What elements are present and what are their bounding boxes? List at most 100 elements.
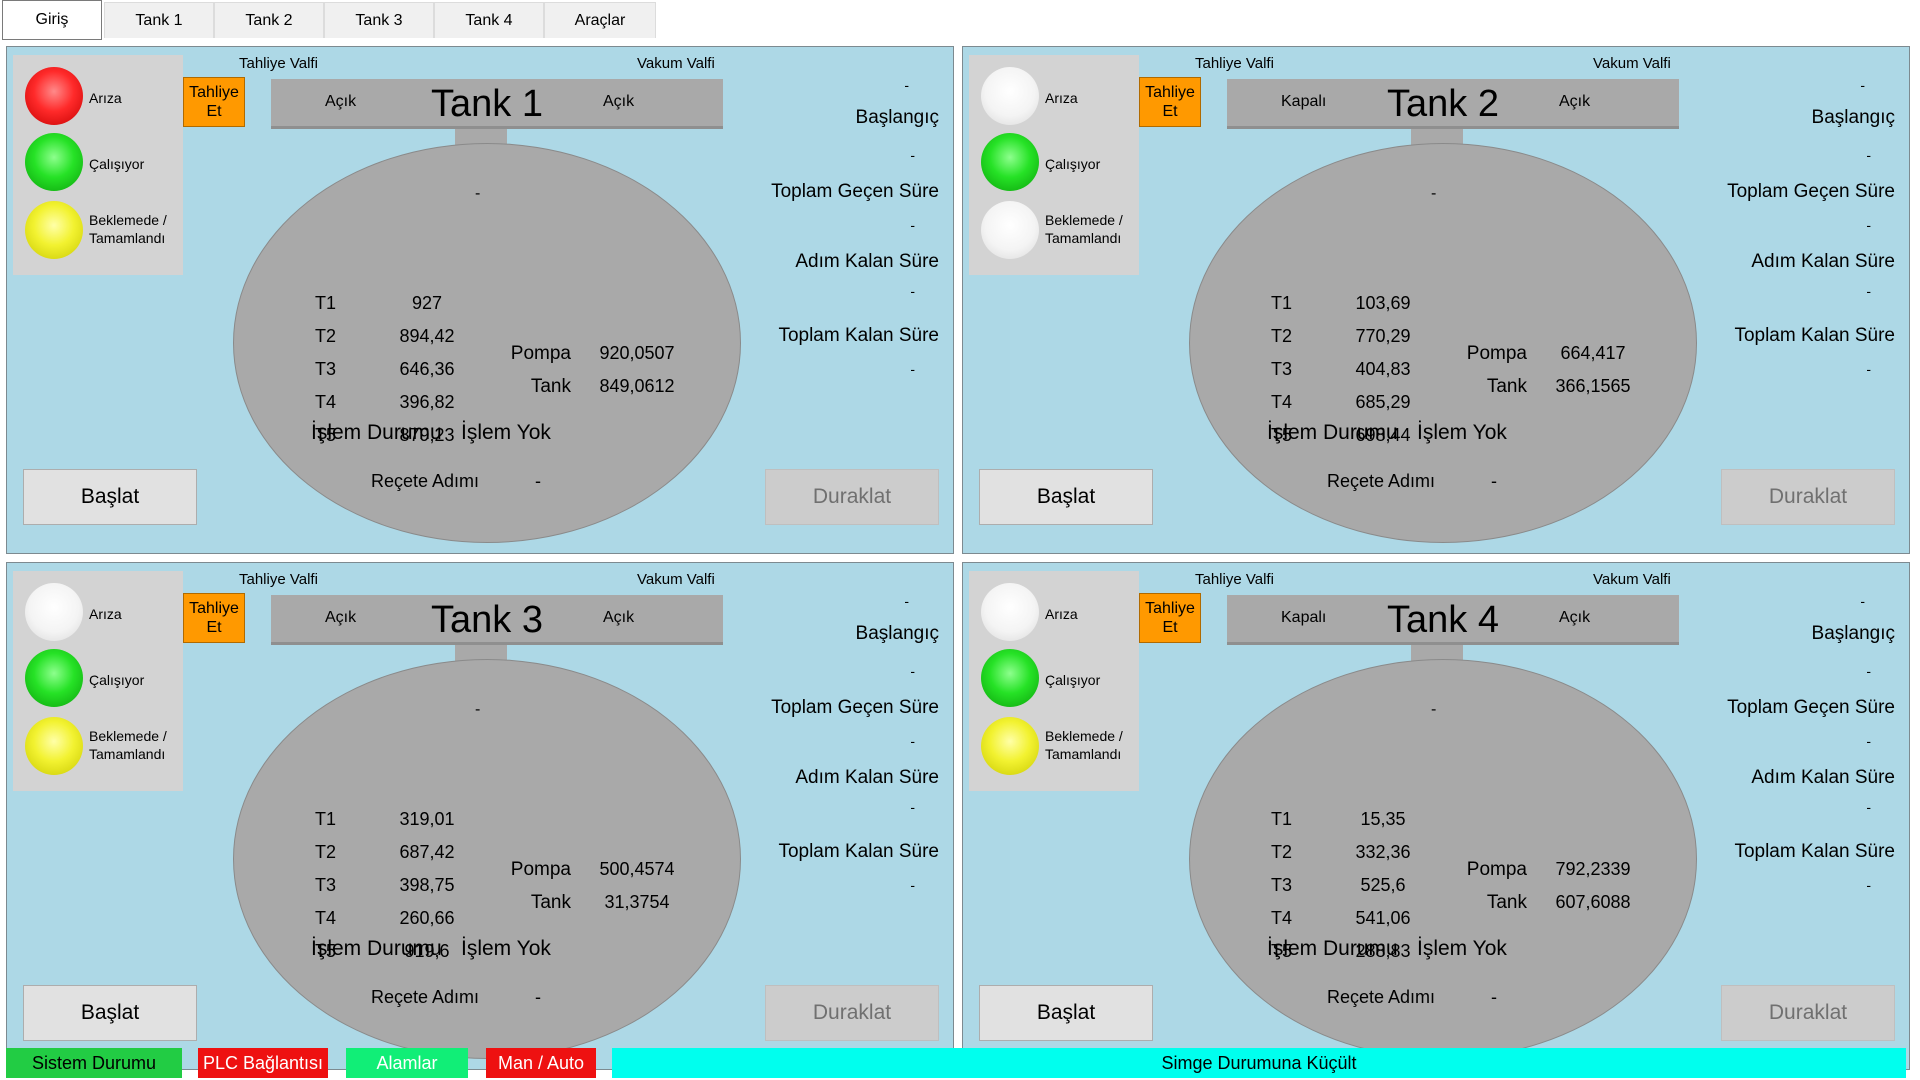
recipe-step-label: Reçete Adımı: [371, 987, 480, 1007]
vacuum-valve-indicator: [661, 77, 715, 131]
vacuum-valve-label: Vakum Valfi: [1593, 55, 1671, 72]
drain-button[interactable]: Tahliye Et: [1139, 77, 1201, 127]
start-button[interactable]: Başlat: [23, 469, 197, 525]
tank-panel-4: Arıza Çalışıyor Beklemede / Tamamlandı T…: [962, 562, 1910, 1070]
waiting-label: Beklemede / Tamamlandı: [89, 212, 167, 246]
t2-value: 332,36: [1355, 842, 1411, 862]
recipe-step-value: -: [1491, 471, 1497, 491]
tank-panel-3: Arıza Çalışıyor Beklemede / Tamamlandı T…: [6, 562, 954, 1070]
fault-label: Arıza: [1045, 606, 1078, 622]
extra-info-value: -: [1866, 361, 1871, 377]
drain-valve-state: Kapalı: [1281, 93, 1327, 110]
pause-button[interactable]: Duraklat: [765, 469, 939, 525]
process-status-label: İşlem Durumu: [311, 937, 442, 960]
t1-value: 103,69: [1355, 293, 1411, 313]
pump-label: Pompa: [1466, 859, 1527, 880]
t3-value: 398,75: [399, 875, 455, 895]
t4-value: 685,29: [1355, 392, 1411, 412]
recipe-step-value: -: [535, 987, 541, 1007]
tab-tank-4[interactable]: Tank 4: [434, 2, 544, 38]
drain-valve-indicator: [1217, 77, 1271, 131]
fault-lamp: [981, 583, 1039, 641]
t3-value: 646,36: [399, 359, 455, 379]
process-status-value: İşlem Yok: [1417, 937, 1507, 960]
vacuum-valve-label: Vakum Valfi: [637, 55, 715, 72]
tank-level-label: Tank: [530, 892, 571, 913]
elapsed-value: -: [1866, 147, 1871, 163]
man-auto-button[interactable]: Man / Auto: [486, 1048, 596, 1078]
drain-button[interactable]: Tahliye Et: [183, 593, 245, 643]
running-label: Çalışıyor: [1045, 672, 1101, 688]
recipe-step-value: -: [535, 471, 541, 491]
fault-lamp: [981, 67, 1039, 125]
vacuum-valve-state: Açık: [1559, 609, 1591, 626]
alarms-button[interactable]: Alamlar: [346, 1048, 468, 1078]
tank-level-value: 366,1565: [1555, 376, 1631, 396]
tab-araclar[interactable]: Araçlar: [544, 2, 656, 38]
drain-button[interactable]: Tahliye Et: [1139, 593, 1201, 643]
elapsed-label: Toplam Geçen Süre: [1727, 697, 1895, 718]
running-lamp: [25, 133, 83, 191]
drain-button[interactable]: Tahliye Et: [183, 77, 245, 127]
t1-label: T1: [1271, 293, 1293, 313]
tank-title: Tank 1: [431, 83, 543, 125]
pump-label: Pompa: [510, 343, 571, 364]
start-time-value: -: [904, 77, 909, 93]
t4-value: 541,06: [1355, 908, 1411, 928]
pause-button[interactable]: Duraklat: [1721, 985, 1895, 1041]
pump-label: Pompa: [1466, 343, 1527, 364]
drain-valve-indicator: [261, 77, 315, 131]
tab-tank-2[interactable]: Tank 2: [214, 2, 324, 38]
step-remaining-label: Adım Kalan Süre: [1751, 251, 1895, 272]
plc-connection-button[interactable]: PLC Bağlantısı: [198, 1048, 328, 1078]
vacuum-valve-indicator: [661, 593, 715, 647]
drain-valve-state: Kapalı: [1281, 609, 1327, 626]
recipe-step-value: -: [1491, 987, 1497, 1007]
system-status-button[interactable]: Sistem Durumu: [6, 1048, 182, 1078]
step-remaining-label: Adım Kalan Süre: [795, 251, 939, 272]
t2-label: T2: [315, 326, 337, 346]
tab-giris[interactable]: Giriş: [2, 0, 102, 40]
fault-lamp: [25, 583, 83, 641]
tab-tank-1[interactable]: Tank 1: [104, 2, 214, 38]
t3-value: 404,83: [1355, 359, 1411, 379]
drain-valve-label: Tahliye Valfi: [1195, 571, 1274, 588]
drain-valve-indicator: [1217, 593, 1271, 647]
minimize-button[interactable]: Simge Durumuna Küçült: [612, 1048, 1906, 1078]
total-remaining-label: Toplam Kalan Süre: [778, 841, 939, 862]
tank-status-dash: -: [1431, 701, 1437, 718]
fault-label: Arıza: [89, 90, 122, 106]
tank-level-value: 31,3754: [604, 892, 670, 912]
t2-value: 894,42: [399, 326, 455, 346]
fault-label: Arıza: [1045, 90, 1078, 106]
extra-info-value: -: [1866, 877, 1871, 893]
elapsed-label: Toplam Geçen Süre: [1727, 181, 1895, 202]
pump-label: Pompa: [510, 859, 571, 880]
running-label: Çalışıyor: [1045, 156, 1101, 172]
running-label: Çalışıyor: [89, 672, 145, 688]
start-time-label: Başlangıç: [1811, 623, 1895, 644]
process-status-value: İşlem Yok: [461, 937, 551, 960]
tab-tank-3[interactable]: Tank 3: [324, 2, 434, 38]
start-time-label: Başlangıç: [855, 107, 939, 128]
pause-button[interactable]: Duraklat: [1721, 469, 1895, 525]
elapsed-label: Toplam Geçen Süre: [771, 181, 939, 202]
tank-title: Tank 3: [431, 599, 543, 641]
drain-valve-state: Açık: [325, 93, 357, 110]
tank-status-dash: -: [1431, 185, 1437, 202]
elapsed-label: Toplam Geçen Süre: [771, 697, 939, 718]
vacuum-valve-label: Vakum Valfi: [637, 571, 715, 588]
waiting-lamp: [25, 717, 83, 775]
running-lamp: [981, 649, 1039, 707]
tank-level-label: Tank: [1486, 892, 1527, 913]
pause-button[interactable]: Duraklat: [765, 985, 939, 1041]
process-status-value: İşlem Yok: [1417, 421, 1507, 444]
running-label: Çalışıyor: [89, 156, 145, 172]
t1-label: T1: [315, 809, 337, 829]
start-button[interactable]: Başlat: [979, 469, 1153, 525]
t1-value: 15,35: [1360, 809, 1406, 829]
start-button[interactable]: Başlat: [23, 985, 197, 1041]
step-remaining-value: -: [1866, 733, 1871, 749]
start-button[interactable]: Başlat: [979, 985, 1153, 1041]
vacuum-valve-label: Vakum Valfi: [1593, 571, 1671, 588]
